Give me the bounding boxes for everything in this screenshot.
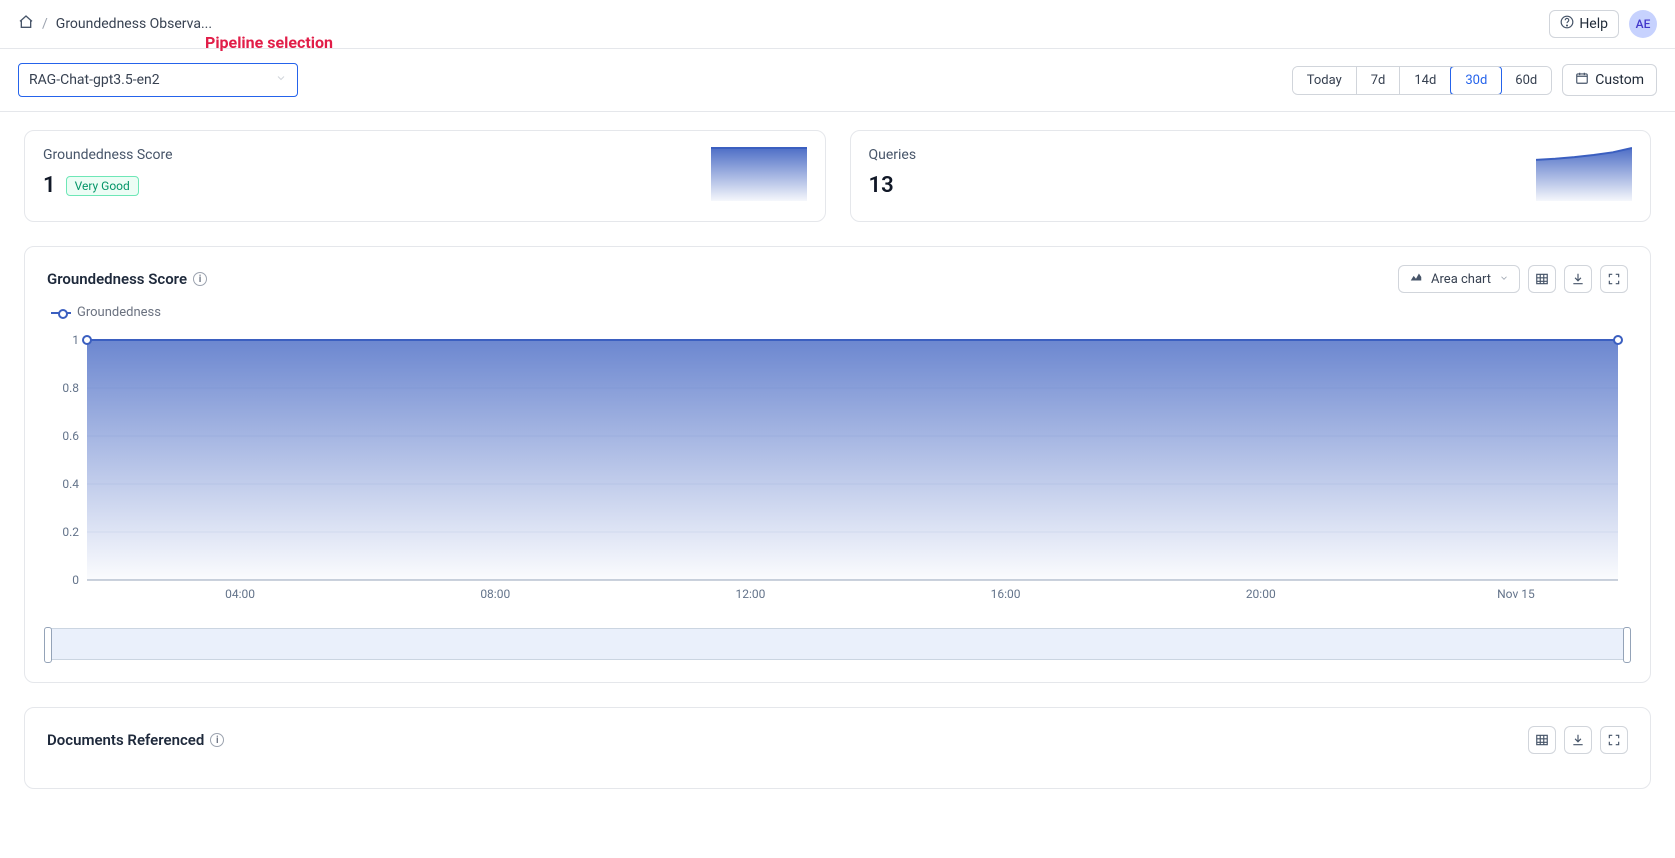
legend-label: Groundedness	[77, 305, 161, 320]
custom-label: Custom	[1595, 72, 1644, 88]
help-label: Help	[1579, 16, 1608, 32]
table-view-button[interactable]	[1528, 726, 1556, 754]
info-icon[interactable]: i	[210, 733, 224, 747]
chevron-down-icon	[275, 72, 287, 88]
svg-text:0.8: 0.8	[62, 381, 79, 395]
fullscreen-button[interactable]	[1600, 265, 1628, 293]
chart-legend[interactable]: Groundedness	[51, 305, 1628, 320]
help-button[interactable]: Help	[1549, 10, 1619, 38]
breadcrumb: / Groundedness Observa...	[18, 14, 212, 34]
svg-text:08:00: 08:00	[480, 587, 510, 601]
card-groundedness: Groundedness Score 1 Very Good	[24, 130, 826, 222]
calendar-icon	[1575, 71, 1589, 89]
table-view-button[interactable]	[1528, 265, 1556, 293]
time-range-custom-button[interactable]: Custom	[1562, 64, 1657, 96]
svg-text:12:00: 12:00	[735, 587, 765, 601]
info-icon[interactable]: i	[193, 272, 207, 286]
panel-title: Documents Referenced i	[47, 731, 224, 749]
groundedness-area-chart: 0 0.2 0.4 0.6 0.8 1 04:00 08:00 12:00 16:00 20:00 N…	[47, 330, 1628, 610]
summary-cards-row: Groundedness Score 1 Very Good Queries 1…	[24, 130, 1651, 222]
panel-groundedness-chart: Groundedness Score i Area chart	[24, 246, 1651, 683]
card-value: 1	[43, 173, 56, 198]
legend-marker-icon	[51, 308, 71, 318]
time-range-option[interactable]: 60d	[1501, 67, 1551, 94]
card-title: Groundedness Score	[43, 147, 807, 163]
download-button[interactable]	[1564, 726, 1592, 754]
svg-text:0.2: 0.2	[62, 525, 79, 539]
svg-text:20:00: 20:00	[1246, 587, 1276, 601]
chart-type-label: Area chart	[1431, 272, 1491, 287]
svg-text:0.6: 0.6	[62, 429, 79, 443]
panel-tools	[1528, 726, 1628, 754]
time-range-slider[interactable]	[47, 628, 1628, 660]
panel-title: Groundedness Score i	[47, 270, 207, 288]
mini-chart-queries	[1536, 147, 1632, 201]
chart-area: 0 0.2 0.4 0.6 0.8 1 04:00 08:00 12:00 16:00 20:00 N…	[47, 330, 1628, 614]
mini-chart-groundedness	[711, 147, 807, 201]
pipeline-select[interactable]: RAG-Chat-gpt3.5-en2	[18, 63, 298, 97]
svg-text:1: 1	[72, 333, 79, 347]
svg-text:0.4: 0.4	[62, 477, 79, 491]
area-chart-icon	[1409, 270, 1423, 288]
panel-tools: Area chart	[1398, 265, 1628, 293]
slider-handle-right[interactable]	[1623, 627, 1631, 663]
help-icon	[1560, 15, 1574, 33]
time-range-option[interactable]: Today	[1293, 67, 1357, 94]
home-icon[interactable]	[18, 14, 34, 34]
slider-handle-left[interactable]	[44, 627, 52, 663]
panel-title-text: Documents Referenced	[47, 731, 204, 749]
chart-type-select[interactable]: Area chart	[1398, 265, 1520, 293]
svg-text:16:00: 16:00	[991, 587, 1021, 601]
pipeline-selected-label: RAG-Chat-gpt3.5-en2	[29, 72, 160, 88]
card-title: Queries	[869, 147, 1633, 163]
breadcrumb-sep: /	[42, 16, 48, 32]
time-range-segmented: Today7d14d30d60d	[1292, 66, 1553, 95]
status-badge: Very Good	[66, 176, 139, 196]
time-range-group: Today7d14d30d60d Custom	[1292, 64, 1657, 96]
fullscreen-button[interactable]	[1600, 726, 1628, 754]
card-queries: Queries 13	[850, 130, 1652, 222]
svg-text:04:00: 04:00	[225, 587, 255, 601]
content-area: Groundedness Score 1 Very Good Queries 1…	[0, 112, 1675, 858]
breadcrumb-current: Groundedness Observa...	[56, 16, 212, 32]
avatar[interactable]: AE	[1629, 10, 1657, 38]
time-range-option[interactable]: 14d	[1400, 67, 1451, 94]
card-value: 13	[869, 173, 894, 198]
panel-title-text: Groundedness Score	[47, 270, 187, 288]
svg-text:Nov 15: Nov 15	[1497, 587, 1535, 601]
toolbar: RAG-Chat-gpt3.5-en2 Today7d14d30d60d Cus…	[0, 49, 1675, 112]
top-right: Help AE	[1549, 10, 1657, 38]
time-range-option[interactable]: 30d	[1450, 66, 1502, 95]
download-button[interactable]	[1564, 265, 1592, 293]
chevron-down-icon	[1499, 272, 1509, 287]
svg-text:0: 0	[72, 573, 79, 587]
panel-documents-referenced: Documents Referenced i	[24, 707, 1651, 789]
time-range-option[interactable]: 7d	[1357, 67, 1401, 94]
